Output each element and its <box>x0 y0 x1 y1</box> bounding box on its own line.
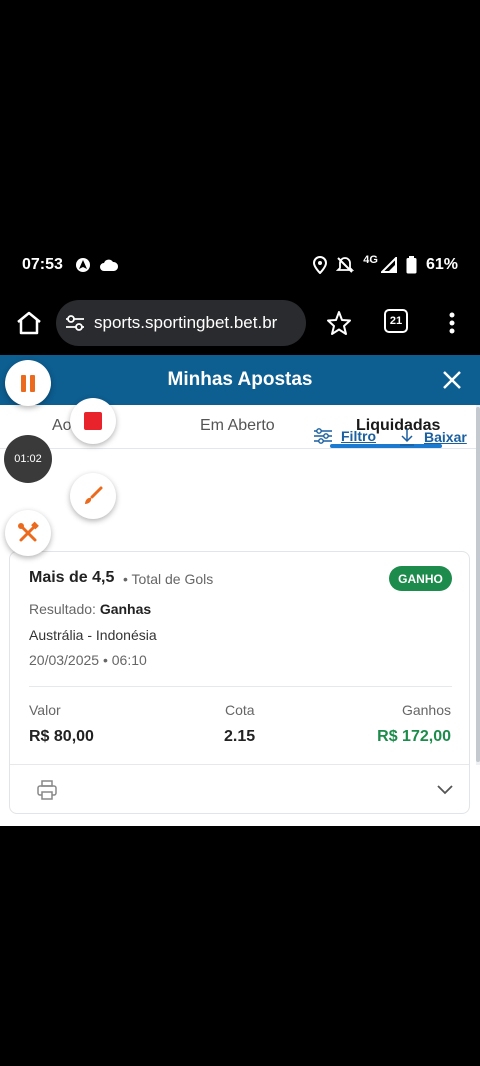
divider <box>29 686 452 687</box>
battery-percent: 61% <box>425 256 458 273</box>
address-bar[interactable]: sports.sportingbet.bet.br <box>56 300 306 346</box>
stake-value: R$ 80,00 <box>29 728 94 745</box>
brush-icon <box>85 486 103 504</box>
tune-icon[interactable] <box>64 312 86 334</box>
location-icon <box>313 256 328 274</box>
home-icon[interactable] <box>14 308 44 338</box>
stake-label: Valor <box>29 702 61 718</box>
download-label: Baixar <box>424 429 467 445</box>
status-time: 07:53 <box>22 256 63 273</box>
result-value: Ganhas <box>99 601 152 617</box>
status-bar: 07:53 4G 61% <box>0 238 480 292</box>
recorder-draw-button[interactable] <box>70 473 116 519</box>
winnings-label: Ganhos <box>401 702 451 718</box>
status-icons-right: 4G 61% <box>313 254 458 274</box>
tab-ao-vivo[interactable]: Ao <box>52 417 72 435</box>
close-icon[interactable] <box>440 368 464 392</box>
url-text: sports.sportingbet.bet.br <box>94 313 278 332</box>
recorder-pause-button[interactable] <box>5 360 51 406</box>
divider <box>10 764 469 765</box>
match-datetime: 20/03/2025 • 06:10 <box>29 652 147 668</box>
page-header: Minhas Apostas <box>0 355 480 405</box>
cloud-icon <box>99 259 118 271</box>
recorder-stop-button[interactable] <box>70 398 116 444</box>
more-vert-icon[interactable] <box>440 308 464 338</box>
result-line: Resultado: Ganhas <box>29 601 151 617</box>
recorder-tools-button[interactable] <box>5 510 51 556</box>
download-button[interactable]: Baixar <box>398 427 467 447</box>
bet-market: • Total de Gols <box>123 571 214 587</box>
scrollbar[interactable] <box>476 407 480 762</box>
odds-label: Cota <box>225 702 255 718</box>
recorder-timer: 01:02 <box>4 435 52 483</box>
download-icon <box>400 429 414 446</box>
winnings-value: R$ 172,00 <box>377 728 451 745</box>
tab-count: 21 <box>389 315 403 327</box>
print-icon[interactable] <box>36 779 58 801</box>
pause-icon <box>21 374 26 392</box>
stop-icon <box>84 412 102 430</box>
status-icons-left <box>75 257 119 273</box>
bet-card[interactable]: Mais de 4,5 • Total de Gols GANHO Result… <box>9 551 470 814</box>
star-icon[interactable] <box>324 308 354 338</box>
bet-selection: Mais de 4,5 <box>29 569 115 586</box>
tab-em-aberto[interactable]: Em Aberto <box>200 417 275 435</box>
pause-icon-bar <box>30 374 35 392</box>
browser-toolbar: sports.sportingbet.bet.br 21 <box>0 292 480 355</box>
match-name: Austrália - Indonésia <box>29 627 157 643</box>
filter-icon <box>314 428 332 444</box>
battery-icon <box>406 256 417 274</box>
odds-value: 2.15 <box>224 728 256 745</box>
android-auto-icon <box>75 258 90 272</box>
tabs-icon[interactable]: 21 <box>384 309 408 333</box>
chevron-down-icon[interactable] <box>436 782 454 796</box>
signal-icon <box>380 257 397 273</box>
bell-off-icon <box>336 257 355 273</box>
filter-button[interactable]: Filtro <box>313 427 376 445</box>
network-type: 4G <box>363 254 378 266</box>
filter-label: Filtro <box>341 428 376 444</box>
result-label: Resultado: <box>29 601 96 617</box>
status-badge: GANHO <box>389 566 452 591</box>
tools-icon <box>18 521 39 542</box>
page-title: Minhas Apostas <box>167 369 313 390</box>
